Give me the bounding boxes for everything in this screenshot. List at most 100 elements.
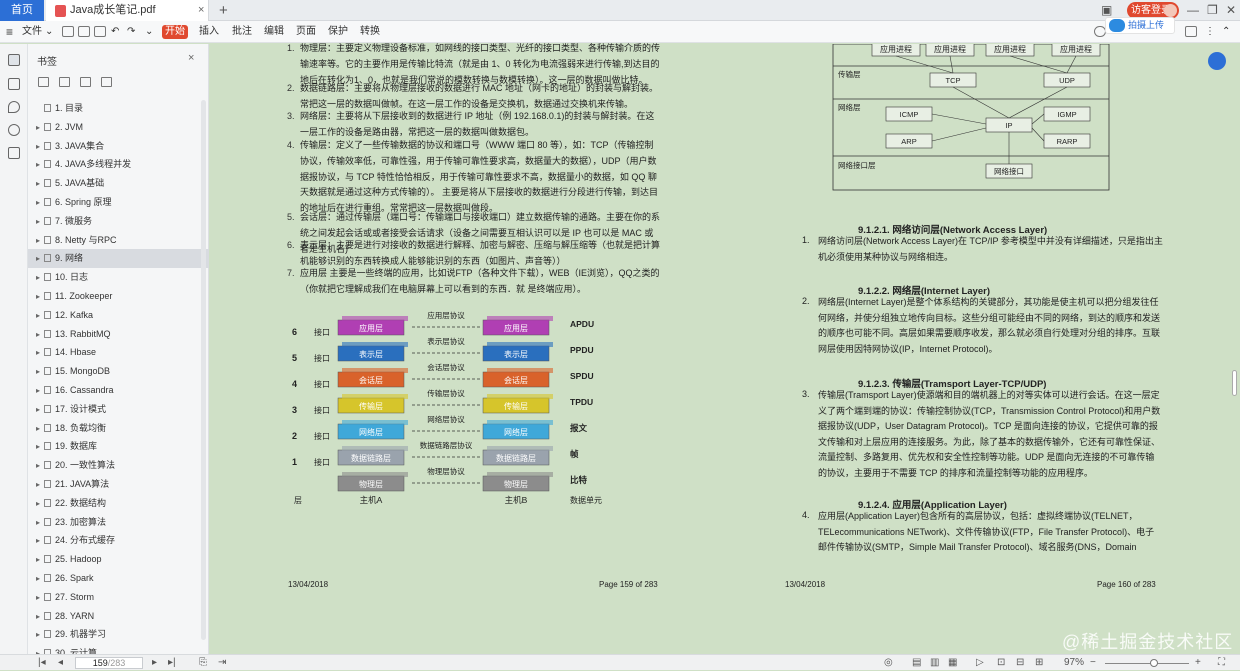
- bookmark-item[interactable]: ▸ 10. 日志: [28, 268, 209, 287]
- expand-arrow-icon[interactable]: ▸: [36, 626, 44, 644]
- more-options-icon[interactable]: ⋮: [1205, 21, 1215, 43]
- redo-icon[interactable]: ↷: [127, 21, 135, 43]
- new-tab-button[interactable]: +: [219, 0, 228, 21]
- continuous-page-icon[interactable]: ▦: [948, 655, 957, 671]
- menu-icon[interactable]: ≡: [6, 21, 13, 43]
- attachment-panel-icon[interactable]: [8, 124, 20, 136]
- tab-page[interactable]: 页面: [296, 21, 316, 43]
- bookmark-item[interactable]: ▸ 6. Spring 原理: [28, 193, 209, 212]
- bookmark-item[interactable]: ▸ 16. Cassandra: [28, 381, 209, 400]
- expand-arrow-icon[interactable]: ▸: [36, 551, 44, 569]
- expand-arrow-icon[interactable]: ▸: [36, 213, 44, 231]
- expand-arrow-icon[interactable]: ▸: [36, 175, 44, 193]
- minimize-button[interactable]: —: [1187, 0, 1199, 21]
- expand-arrow-icon[interactable]: ▸: [36, 307, 44, 325]
- tab-edit[interactable]: 编辑: [264, 21, 284, 43]
- floating-action-button[interactable]: [1208, 52, 1226, 70]
- zoom-slider-track[interactable]: [1105, 663, 1189, 664]
- delete-bookmark-icon[interactable]: [101, 77, 112, 87]
- exit-icon[interactable]: ⇥: [218, 655, 226, 671]
- expand-arrow-icon[interactable]: ▸: [36, 194, 44, 212]
- undo-icon[interactable]: ↶: [111, 21, 119, 43]
- expand-arrow-icon[interactable]: ▸: [36, 288, 44, 306]
- expand-arrow-icon[interactable]: ▸: [36, 138, 44, 156]
- zoom-slider-knob[interactable]: [1150, 659, 1158, 667]
- expand-arrow-icon[interactable]: ▸: [36, 438, 44, 456]
- share-icon[interactable]: [1185, 26, 1197, 37]
- restore-button[interactable]: ❐: [1207, 0, 1218, 21]
- bookmark-item[interactable]: ▸ 27. Storm: [28, 588, 209, 607]
- save-icon[interactable]: [78, 26, 90, 37]
- cloud-upload-button[interactable]: 拍摄上传: [1105, 17, 1175, 34]
- expand-arrow-icon[interactable]: ▸: [36, 326, 44, 344]
- expand-arrow-icon[interactable]: ▸: [36, 589, 44, 607]
- last-page-button[interactable]: ▸|: [168, 655, 176, 671]
- fit-width-icon[interactable]: ⊟: [1016, 655, 1024, 671]
- play-icon[interactable]: ▷: [976, 655, 984, 671]
- close-window-button[interactable]: ✕: [1226, 0, 1236, 21]
- expand-arrow-icon[interactable]: ▸: [36, 457, 44, 475]
- expand-arrow-icon[interactable]: ▸: [36, 250, 44, 268]
- fullscreen-icon[interactable]: ⛶: [1218, 655, 1225, 671]
- fit-page-icon[interactable]: ⊡: [997, 655, 1005, 671]
- bookmark-item[interactable]: ▸ 14. Hbase: [28, 343, 209, 362]
- actual-size-icon[interactable]: ⊞: [1035, 655, 1043, 671]
- expand-arrow-icon[interactable]: ▸: [36, 570, 44, 588]
- bookmark-item[interactable]: ▸ 5. JAVA基础: [28, 174, 209, 193]
- zoom-level[interactable]: 97%: [1064, 655, 1084, 671]
- bookmark-item[interactable]: ▸ 7. 微服务: [28, 212, 209, 231]
- bookmark-item[interactable]: ▸ 25. Hadoop: [28, 550, 209, 569]
- bookmark-item[interactable]: ▸ 24. 分布式缓存: [28, 531, 209, 550]
- bookmark-item[interactable]: ▸ 23. 加密算法: [28, 513, 209, 532]
- bookmark-item[interactable]: ▸ 19. 数据库: [28, 437, 209, 456]
- print-icon[interactable]: [94, 26, 106, 37]
- collapse-icon[interactable]: ⌃: [1222, 21, 1230, 43]
- expand-arrow-icon[interactable]: ▸: [36, 608, 44, 626]
- expand-arrow-icon[interactable]: ▸: [36, 363, 44, 381]
- expand-arrow-icon[interactable]: ▸: [36, 119, 44, 137]
- open-folder-icon[interactable]: [62, 26, 74, 37]
- tab-annotate[interactable]: 批注: [232, 21, 252, 43]
- tab-convert[interactable]: 转换: [360, 21, 380, 43]
- bookmark-item[interactable]: ▸ 26. Spark: [28, 569, 209, 588]
- bookmark-item[interactable]: ▸ 15. MongoDB: [28, 362, 209, 381]
- toolbar-more-icon[interactable]: ⌄: [145, 21, 153, 43]
- bookmark-item[interactable]: ▸ 2. JVM: [28, 118, 209, 137]
- file-menu[interactable]: 文件: [22, 21, 42, 43]
- first-page-button[interactable]: |◂: [38, 655, 46, 671]
- expand-arrow-icon[interactable]: ▸: [36, 476, 44, 494]
- tab-start[interactable]: 开始: [162, 25, 188, 39]
- add-bookmark-icon[interactable]: [80, 77, 91, 87]
- eye-mode-icon[interactable]: ◎: [884, 655, 893, 671]
- next-page-button[interactable]: ▸: [152, 655, 157, 671]
- page-number-input[interactable]: 159/283: [75, 657, 143, 669]
- expand-arrow-icon[interactable]: ▸: [36, 156, 44, 174]
- tab-insert[interactable]: 插入: [199, 21, 219, 43]
- bookmark-item[interactable]: ▸ 12. Kafka: [28, 306, 209, 325]
- bookmark-item[interactable]: ▸ 11. Zookeeper: [28, 287, 209, 306]
- bookmark-item[interactable]: ▸ 4. JAVA多线程并发: [28, 155, 209, 174]
- bookmark-item[interactable]: ▸ 9. 网络: [28, 249, 209, 269]
- signature-panel-icon[interactable]: [8, 147, 20, 159]
- sidebar-close-icon[interactable]: ×: [188, 52, 194, 64]
- bookmark-item[interactable]: ▸ 18. 负载均衡: [28, 419, 209, 438]
- bookmark-item[interactable]: ▸ 17. 设计模式: [28, 400, 209, 419]
- tab-home[interactable]: 首页: [0, 0, 44, 21]
- comment-panel-icon[interactable]: [8, 101, 20, 113]
- expand-arrow-icon[interactable]: ▸: [36, 232, 44, 250]
- file-dropdown-icon[interactable]: ⌄: [45, 21, 53, 43]
- bookmark-item[interactable]: ▸ 22. 数据结构: [28, 494, 209, 513]
- expand-arrow-icon[interactable]: ▸: [36, 269, 44, 287]
- expand-arrow-icon[interactable]: ▸: [36, 532, 44, 550]
- expand-all-icon[interactable]: [38, 77, 49, 87]
- zoom-out-icon[interactable]: −: [1090, 655, 1096, 671]
- expand-arrow-icon[interactable]: ▸: [36, 514, 44, 532]
- bookmark-item[interactable]: ▸ 21. JAVA算法: [28, 475, 209, 494]
- bookmark-item[interactable]: ▸ 28. YARN: [28, 607, 209, 626]
- sidebar-scrollbar[interactable]: [201, 100, 206, 640]
- expand-arrow-icon[interactable]: ▸: [36, 495, 44, 513]
- expand-arrow-icon[interactable]: ▸: [36, 344, 44, 362]
- bookmark-item[interactable]: 1. 目录: [28, 99, 209, 118]
- expand-arrow-icon[interactable]: ▸: [36, 382, 44, 400]
- zoom-in-icon[interactable]: +: [1195, 655, 1201, 671]
